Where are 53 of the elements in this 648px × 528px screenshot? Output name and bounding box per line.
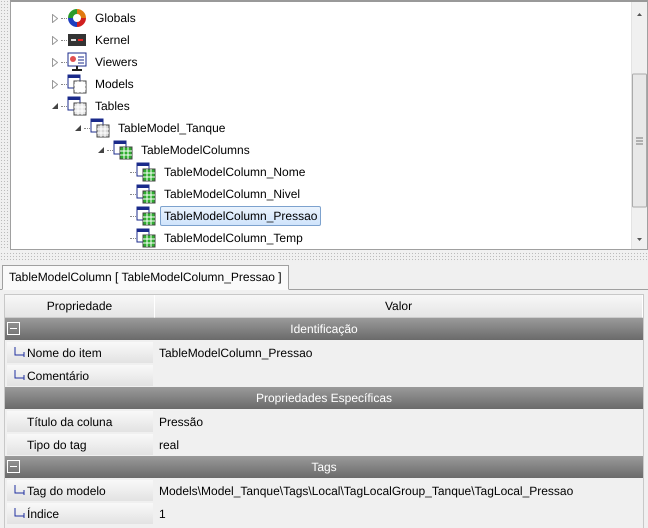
child-marker-icon <box>13 484 25 496</box>
expand-icon[interactable] <box>52 14 58 22</box>
tree-item[interactable]: Models <box>91 74 138 94</box>
property-name[interactable]: Título da coluna <box>7 411 153 432</box>
property-name[interactable]: Tag do modelo <box>7 480 153 501</box>
child-marker-icon <box>13 346 25 358</box>
table-icon <box>67 96 87 116</box>
property-name[interactable]: Comentário <box>7 365 153 386</box>
section-header[interactable]: Tags <box>5 456 643 478</box>
tree-item[interactable]: Globals <box>91 8 140 28</box>
expanded-icon[interactable] <box>98 147 104 153</box>
child-marker-icon <box>13 508 25 520</box>
tree-item[interactable]: TableModelColumn_Pressao <box>160 206 322 226</box>
property-value: Pressão <box>159 414 204 428</box>
expand-icon[interactable] <box>52 80 58 88</box>
table-icon <box>136 206 156 226</box>
collapse-icon[interactable] <box>7 460 20 473</box>
property-value: 1 <box>159 506 166 520</box>
window-icon <box>67 74 87 94</box>
column-header: Propriedade <box>5 295 155 318</box>
tree-item[interactable]: Viewers <box>91 52 142 72</box>
monitor-icon <box>67 52 87 72</box>
property-name[interactable]: Tipo do tag <box>7 434 153 455</box>
tree-item[interactable]: TableModel_Tanque <box>114 118 230 138</box>
tree-item[interactable]: TableModelColumn_Nome <box>160 162 310 182</box>
expanded-icon[interactable] <box>75 125 81 131</box>
scrollbar[interactable] <box>631 2 647 249</box>
table-icon <box>113 140 133 160</box>
tab[interactable]: TableModelColumn [ TableModelColumn_Pressao ] <box>2 265 289 290</box>
property-name[interactable]: Índice <box>7 503 153 524</box>
table-icon <box>136 162 156 182</box>
expanded-icon[interactable] <box>52 103 58 109</box>
tree-item[interactable]: TableModelColumn_Temp <box>160 228 307 248</box>
tree-item[interactable]: Tables <box>91 96 134 116</box>
property-value: TableModelColumn_Pressao <box>159 346 312 360</box>
tree-item[interactable]: Kernel <box>91 30 134 50</box>
splitter[interactable] <box>0 252 648 262</box>
expand-icon[interactable] <box>52 36 58 44</box>
expand-icon[interactable] <box>52 58 58 66</box>
tree-item[interactable]: TableModelColumns <box>137 140 254 160</box>
property-value: real <box>159 438 180 452</box>
property-name[interactable]: Nome do item <box>7 342 153 363</box>
column-header: Valor <box>155 295 643 318</box>
table-icon <box>136 184 156 204</box>
table-icon <box>90 118 110 138</box>
tree-item[interactable]: TableModelColumn_Nivel <box>160 184 304 204</box>
section-header[interactable]: Propriedades Específicas <box>5 387 643 409</box>
property-value: Models\Model_Tanque\Tags\Local\TagLocalGroup_Tanque\TagLocal_Pressao <box>159 484 574 498</box>
ring-icon <box>67 8 87 28</box>
grip-strip[interactable] <box>0 0 10 250</box>
child-marker-icon <box>13 370 25 382</box>
collapse-icon[interactable] <box>7 322 20 335</box>
section-header[interactable]: Identificação <box>5 318 643 340</box>
